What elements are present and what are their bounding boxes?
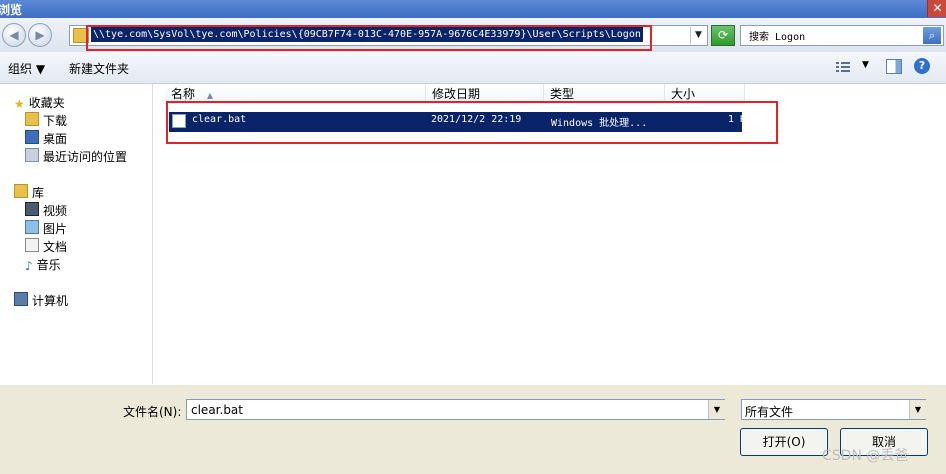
nav-item-desktop[interactable]: 桌面 <box>25 130 67 147</box>
column-name-label: 名称 <box>171 87 196 101</box>
documents-icon <box>25 238 39 252</box>
preview-pane-icon[interactable] <box>886 59 902 74</box>
nav-item-downloads[interactable]: 下载 <box>25 112 67 129</box>
nav-item-label: 下载 <box>43 114 68 128</box>
library-icon <box>14 184 28 198</box>
column-size-label: 大小 <box>671 87 696 101</box>
address-highlight-box <box>86 25 652 51</box>
organize-button[interactable]: 组织 ▼ <box>8 60 45 77</box>
nav-item-documents[interactable]: 文档 <box>25 238 67 255</box>
filename-input[interactable]: clear.bat ▼ <box>186 399 725 420</box>
nav-item-videos[interactable]: 视频 <box>25 202 67 219</box>
address-dropdown-button[interactable]: ▼ <box>690 27 706 44</box>
new-folder-button[interactable]: 新建文件夹 <box>69 60 129 77</box>
nav-item-label: 文档 <box>43 240 68 254</box>
column-type-label: 类型 <box>550 87 575 101</box>
nav-favorites[interactable]: ★ 收藏夹 <box>14 94 65 111</box>
search-input[interactable]: 搜索 Logon ⌕ <box>740 25 944 46</box>
desktop-icon <box>25 130 39 144</box>
help-icon[interactable]: ? <box>914 58 930 74</box>
window-title: 浏览 <box>0 3 23 17</box>
filename-value: clear.bat <box>191 403 243 417</box>
title-bar: 浏览 ✕ <box>0 0 946 18</box>
watermark: CSDN @丢爸 <box>822 448 909 464</box>
nav-libraries-label: 库 <box>32 186 45 200</box>
filetype-value: 所有文件 <box>745 405 794 419</box>
recent-places-icon <box>25 148 39 162</box>
filetype-select[interactable]: 所有文件 ▼ <box>741 399 926 420</box>
nav-item-label: 桌面 <box>43 132 68 146</box>
downloads-folder-icon <box>25 112 39 126</box>
star-icon: ★ <box>14 97 25 111</box>
computer-icon <box>14 292 28 306</box>
music-icon: ♪ <box>25 259 33 273</box>
nav-item-recent[interactable]: 最近访问的位置 <box>25 148 127 165</box>
view-options-icon[interactable] <box>836 61 850 73</box>
back-button[interactable]: ◀ <box>2 23 26 47</box>
open-button[interactable]: 打开(O) <box>740 428 828 456</box>
toolbar: 组织 ▼ 新建文件夹 ▼ ? <box>0 52 946 84</box>
filename-dropdown-icon[interactable]: ▼ <box>708 400 725 419</box>
sort-ascending-icon: ▲ <box>206 91 213 100</box>
nav-item-label: 音乐 <box>36 258 61 272</box>
bottom-panel: 文件名(N): clear.bat ▼ 所有文件 ▼ 打开(O) 取消 CSDN… <box>0 385 946 474</box>
nav-item-pictures[interactable]: 图片 <box>25 220 67 237</box>
navigation-pane: ★收藏夹 下载 桌面 最近访问的位置 库 视频 图片 文档 ♪音乐 计算机 网络 <box>0 84 153 429</box>
search-placeholder: 搜索 Logon <box>749 32 806 43</box>
nav-item-label: 视频 <box>43 204 68 218</box>
view-dropdown-icon[interactable]: ▼ <box>862 60 869 70</box>
nav-libraries[interactable]: 库 <box>14 184 44 201</box>
file-highlight-box <box>166 101 778 144</box>
search-icon[interactable]: ⌕ <box>923 27 941 44</box>
nav-item-music[interactable]: ♪ 音乐 <box>25 256 61 273</box>
pictures-icon <box>25 220 39 234</box>
file-list-pane: 名称 ▲ 修改日期 类型 大小 clear.bat 2021/12/2 22:1… <box>154 84 946 384</box>
close-button[interactable]: ✕ <box>927 0 946 17</box>
nav-favorites-label: 收藏夹 <box>28 96 65 110</box>
nav-computer-label: 计算机 <box>32 294 69 308</box>
nav-item-label: 图片 <box>43 222 68 236</box>
nav-item-label: 最近访问的位置 <box>43 150 128 164</box>
column-modified-label: 修改日期 <box>432 87 481 101</box>
refresh-button[interactable]: ⟳ <box>711 25 735 46</box>
filename-label: 文件名(N): <box>123 405 182 419</box>
forward-button[interactable]: ▶ <box>28 23 52 47</box>
video-icon <box>25 202 39 216</box>
nav-computer[interactable]: 计算机 <box>14 292 68 309</box>
address-bar-area: ◀ ▶ \\tye.com\SysVol\tye.com\Policies\{0… <box>0 18 946 52</box>
filetype-dropdown-icon[interactable]: ▼ <box>909 400 926 419</box>
